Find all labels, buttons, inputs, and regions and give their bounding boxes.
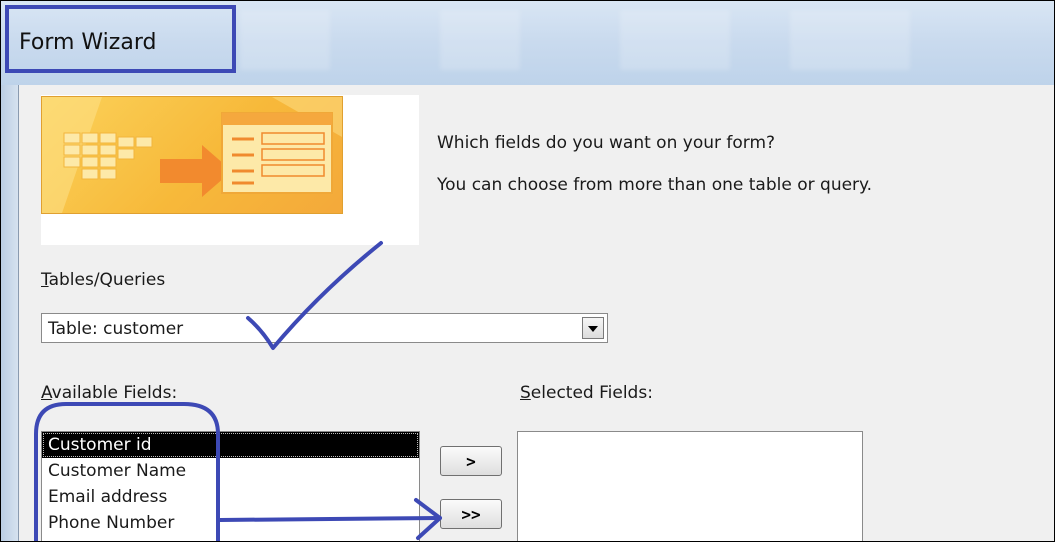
screenshot-border <box>0 0 1055 542</box>
